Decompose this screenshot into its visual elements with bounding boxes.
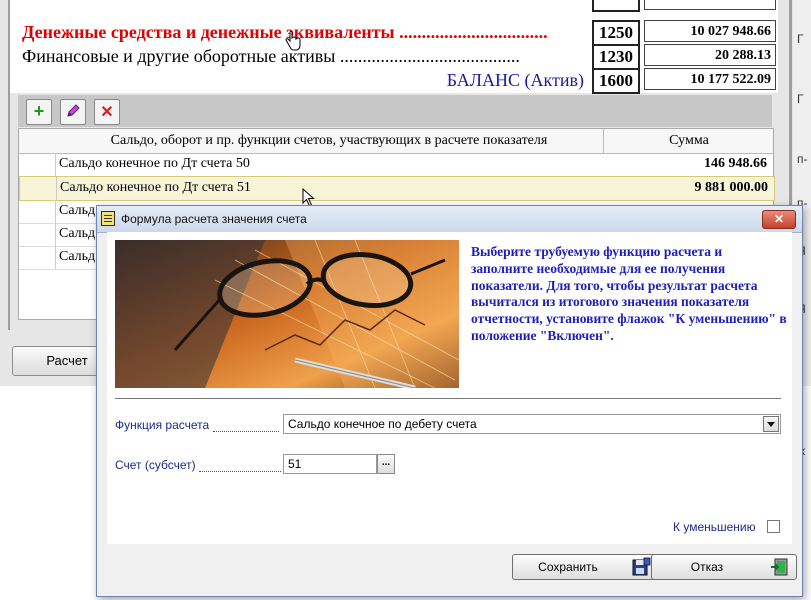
table-row[interactable]: Сальдо конечное по Дт счета 50 146 948.6… [19, 153, 773, 177]
divider [115, 398, 781, 399]
dialog-content: Выберите трубуемую функцию расчета и зап… [107, 232, 792, 544]
balance-row-financial: Финансовые и другие оборотные активы ...… [22, 44, 788, 70]
delete-button[interactable]: ✕ [94, 99, 120, 125]
reduce-label: К уменьшению [673, 520, 756, 534]
formula-dialog: Формула расчета значения счета ✕ Выберит… [96, 205, 803, 597]
close-icon: ✕ [773, 212, 785, 226]
delete-icon: ✕ [100, 104, 114, 121]
dialog-title: Формула расчета значения счета [121, 212, 307, 226]
leader-dots [199, 470, 281, 472]
strip-text: п- [797, 152, 808, 166]
balance-row-hidden [22, 0, 788, 12]
edit-button[interactable] [60, 99, 86, 125]
save-button-label: Сохранить [538, 560, 598, 574]
strip-text: Г [797, 32, 804, 46]
balance-row-total: БАЛАНС (Актив) 1600 10 177 522.09 [22, 68, 788, 94]
balance-row-label: Финансовые и другие оборотные активы ...… [22, 46, 520, 66]
exit-door-icon [771, 558, 788, 576]
chevron-down-icon[interactable] [763, 416, 779, 432]
add-button[interactable]: + [26, 99, 52, 125]
row-label: Сальд [59, 226, 96, 241]
row-value: 9 881 000.00 [694, 180, 769, 195]
balance-row-value[interactable]: 20 288.13 [644, 44, 776, 66]
grid-toolbar: + ✕ [18, 95, 772, 127]
column-header-amount[interactable]: Сумма [605, 133, 773, 149]
function-label: Функция расчета [115, 418, 210, 432]
plus-icon: + [33, 101, 45, 121]
floppy-disk-icon [632, 557, 651, 576]
function-select-value: Сальдо конечное по дебету счета [288, 417, 477, 431]
document-icon [101, 211, 115, 226]
cancel-button-label: Отказ [690, 560, 724, 574]
table-row-selected[interactable]: Сальдо конечное по Дт счета 51 9 881 000… [19, 176, 775, 201]
balance-row-label: БАЛАНС (Актив) [446, 70, 584, 90]
account-input[interactable]: 51 [283, 454, 377, 474]
account-input-value: 51 [288, 457, 302, 471]
balance-code-cell [592, 0, 640, 12]
balance-row-label: Денежные средства и денежные эквиваленты… [22, 22, 548, 42]
balance-row-value[interactable]: 10 177 522.09 [644, 68, 776, 90]
balance-row-code: 1250 [592, 20, 640, 46]
balance-row-code: 1230 [592, 44, 640, 70]
balance-row-value[interactable]: 10 027 948.66 [644, 20, 776, 42]
account-lookup-button[interactable]: ... [377, 454, 395, 474]
glasses-on-charts-image [115, 240, 459, 388]
reduce-checkbox[interactable] [767, 520, 780, 533]
dialog-titlebar[interactable]: Формула расчета значения счета ✕ [97, 206, 802, 233]
column-header-description[interactable]: Сальдо, оборот и пр. функции счетов, уча… [55, 133, 603, 149]
row-label: Сальдо конечное по Дт счета 50 [59, 156, 250, 171]
grid-header: Сальдо, оборот и пр. функции счетов, уча… [19, 129, 773, 154]
cancel-button[interactable]: Отказ [651, 554, 797, 580]
balance-section: Денежные средства и денежные эквиваленты… [10, 0, 778, 94]
pencil-icon [67, 104, 80, 117]
row-value: 146 948.66 [704, 156, 767, 171]
row-label: Сальд [59, 203, 96, 218]
leader-dots [213, 430, 279, 432]
row-label: Сальдо конечное по Дт счета 51 [60, 180, 251, 195]
account-label: Счет (субсчет) [115, 458, 196, 472]
balance-row-code: 1600 [592, 68, 640, 94]
save-button[interactable]: Сохранить [512, 554, 658, 580]
function-select[interactable]: Сальдо конечное по дебету счета [283, 414, 781, 434]
close-button[interactable]: ✕ [762, 210, 796, 229]
balance-value-cell [644, 0, 776, 10]
info-text: Выберите трубуемую функцию расчета и зап… [471, 244, 787, 343]
row-label: Сальд [59, 249, 96, 264]
balance-row-cash: Денежные средства и денежные эквиваленты… [22, 20, 788, 46]
strip-text: Г [797, 92, 804, 106]
hand-cursor-icon [285, 30, 301, 51]
